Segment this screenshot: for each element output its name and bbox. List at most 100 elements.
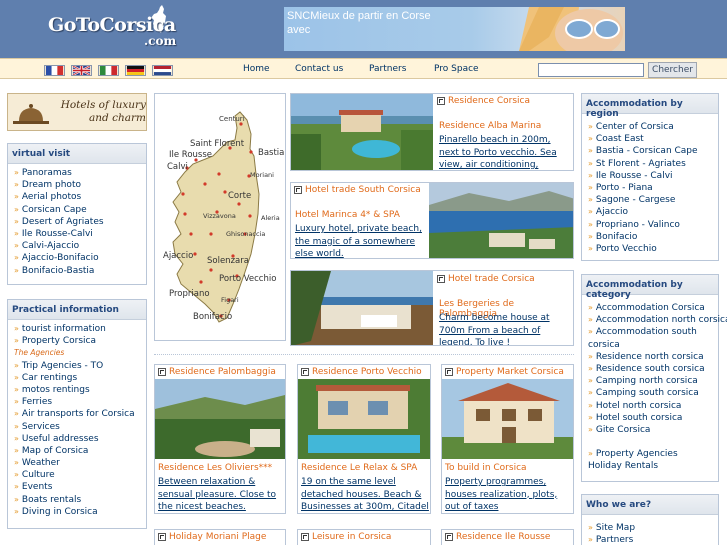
region-item[interactable]: » Center of Corsica	[588, 121, 712, 133]
nav-contact-us[interactable]: Contact us	[295, 64, 343, 74]
map-town-ajaccio[interactable]: Ajaccio	[163, 251, 193, 261]
card1-subtitle[interactable]: Residence Alba Marina	[439, 121, 541, 131]
practical-info-item[interactable]: » motos rentings	[14, 384, 140, 396]
card6-subtitle[interactable]: To build in Corsica	[445, 463, 527, 473]
map-town-ile-rousse[interactable]: Ile Rousse	[169, 150, 212, 160]
category-item[interactable]: » Camping north corsica	[588, 375, 712, 387]
card-holiday-moriani[interactable]: Holiday Moriani Plage	[154, 529, 286, 545]
card2-description[interactable]: Luxury hotel, private beach, the magic o…	[295, 223, 425, 258]
virtual-visit-item[interactable]: » Panoramas	[14, 167, 140, 179]
practical-info-item[interactable]: » Ferries	[14, 396, 140, 408]
practical-info-item[interactable]: » Boats rentals	[14, 494, 140, 506]
region-item[interactable]: » Ajaccio	[588, 206, 712, 218]
category-item[interactable]: » Residence north corsica	[588, 351, 712, 363]
virtual-visit-item[interactable]: » Calvi-Ajaccio	[14, 240, 140, 252]
practical-info-item[interactable]: » Air transports for Corsica	[14, 408, 140, 420]
card3-title[interactable]: Hotel trade Corsica	[437, 274, 535, 284]
map-town-bastia[interactable]: Bastia	[258, 148, 284, 158]
dutch-flag-icon[interactable]	[152, 65, 173, 76]
region-item[interactable]: » Bastia - Corsican Cape	[588, 145, 712, 157]
virtual-visit-item[interactable]: » Dream photo	[14, 179, 140, 191]
card6-title[interactable]: Property Market Corsica	[445, 367, 564, 377]
category-item[interactable]: » Gite Corsica	[588, 424, 712, 436]
category-item[interactable]: » Accommodation south	[588, 326, 712, 338]
practical-info-item[interactable]: » Events	[14, 481, 140, 493]
map-town-moriani[interactable]: Moriani	[250, 171, 274, 179]
practical-info-item[interactable]: » tourist information	[14, 323, 140, 335]
virtual-visit-item[interactable]: » Bonifacio-Bastia	[14, 265, 140, 277]
card5-subtitle[interactable]: Residence Le Relax & SPA	[301, 463, 417, 473]
practical-info-item[interactable]: » Weather	[14, 457, 140, 469]
card3-description[interactable]: Charm become house at 700m From a beach …	[439, 312, 573, 345]
virtual-visit-item[interactable]: » Corsican Cape	[14, 204, 140, 216]
region-item[interactable]: » Sagone - Cargese	[588, 194, 712, 206]
virtual-visit-item[interactable]: » Ile Rousse-Calvi	[14, 228, 140, 240]
category-item[interactable]: » Property Agencies	[588, 448, 712, 460]
nav-home[interactable]: Home	[243, 64, 270, 74]
category-item[interactable]: » Accommodation Corsica	[588, 302, 712, 314]
region-item[interactable]: » Porto - Piana	[588, 182, 712, 194]
card-leisure-corsica[interactable]: Leisure in Corsica	[297, 529, 431, 545]
category-item-wrap[interactable]: corsica	[588, 339, 712, 351]
french-flag-icon[interactable]	[44, 65, 65, 76]
card4-title[interactable]: Residence Palombaggia	[158, 367, 276, 377]
who-we-are-item[interactable]: » Partners	[588, 534, 712, 545]
card-residence-corsica[interactable]: Residence Corsica Residence Alba Marina …	[290, 93, 574, 171]
corsica-map-box[interactable]: Centuri Saint Florent Bastia Ile Rousse …	[154, 93, 286, 341]
map-town-calvi[interactable]: Calvi	[167, 162, 188, 172]
nav-partners[interactable]: Partners	[369, 64, 406, 74]
card6-description[interactable]: Property programmes, houses realization,…	[445, 476, 573, 513]
card-hotel-corsica[interactable]: Hotel trade Corsica Les Bergeries de Pal…	[290, 270, 574, 346]
map-town-figari[interactable]: Figari	[221, 296, 239, 304]
card1-description[interactable]: Pinarello beach in 200m, next to Porto v…	[439, 134, 571, 170]
who-we-are-item[interactable]: » Site Map	[588, 522, 712, 534]
card-residence-porto-vecchio[interactable]: Residence Porto Vecchio Residence Le Rel…	[297, 364, 431, 514]
map-town-propriano[interactable]: Propriano	[169, 289, 210, 299]
card1-title[interactable]: Residence Corsica	[437, 96, 530, 106]
map-town-porto-vecchio[interactable]: Porto Vecchio	[219, 274, 276, 284]
region-item[interactable]: » St Florent - Agriates	[588, 158, 712, 170]
region-item[interactable]: » Propriano - Valinco	[588, 219, 712, 231]
virtual-visit-item[interactable]: » Aerial photos	[14, 191, 140, 203]
english-flag-icon[interactable]	[71, 65, 92, 76]
hotels-luxury-banner[interactable]: Hotels of luxury and charm	[7, 93, 147, 131]
practical-info-item[interactable]: » Trip Agencies - TO	[14, 360, 140, 372]
german-flag-icon[interactable]	[125, 65, 146, 76]
italian-flag-icon[interactable]	[98, 65, 119, 76]
search-button[interactable]: Chercher	[648, 62, 697, 78]
category-item[interactable]: » Camping south corsica	[588, 387, 712, 399]
map-town-centuri[interactable]: Centuri	[219, 115, 245, 123]
region-item[interactable]: » Ile Rousse - Calvi	[588, 170, 712, 182]
map-town-bonifacio[interactable]: Bonifacio	[193, 312, 232, 322]
region-item[interactable]: » Bonifacio	[588, 231, 712, 243]
card4-description[interactable]: Between relaxation & sensual pleasure. C…	[158, 476, 285, 513]
map-town-vizzavona[interactable]: Vizzavona	[203, 212, 236, 220]
sncm-ad-banner[interactable]: SNCMieux de partir en Corse avec	[284, 7, 625, 51]
practical-info-item[interactable]: » Diving in Corsica	[14, 506, 140, 518]
practical-info-item[interactable]: » Car rentings	[14, 372, 140, 384]
card7-title[interactable]: Holiday Moriani Plage	[158, 532, 266, 542]
virtual-visit-item[interactable]: » Desert of Agriates	[14, 216, 140, 228]
map-town-ghisonaccia[interactable]: Ghisonaccia	[226, 230, 265, 238]
map-town-aleria[interactable]: Aleria	[261, 214, 280, 222]
card5-description[interactable]: 19 on the same level detached houses. Be…	[301, 476, 430, 513]
practical-info-item[interactable]: » Services	[14, 421, 140, 433]
card-residence-palombaggia[interactable]: Residence Palombaggia Residence Les Oliv…	[154, 364, 286, 514]
virtual-visit-item[interactable]: » Ajaccio-Bonifacio	[14, 252, 140, 264]
card2-subtitle[interactable]: Hotel Marinca 4* & SPA	[295, 210, 400, 220]
card-property-market[interactable]: Property Market Corsica To build in Cors…	[441, 364, 574, 514]
category-item[interactable]: » Hotel north corsica	[588, 400, 712, 412]
site-logo[interactable]: GoToCorsica .com	[48, 5, 178, 50]
practical-info-item[interactable]: » Culture	[14, 469, 140, 481]
map-town-saint-florent[interactable]: Saint Florent	[190, 139, 244, 149]
category-item[interactable]: » Accommodation north corsica	[588, 314, 727, 326]
nav-pro-space[interactable]: Pro Space	[434, 64, 479, 74]
practical-info-item[interactable]: » Useful addresses	[14, 433, 140, 445]
card9-title[interactable]: Residence Ile Rousse	[445, 532, 550, 542]
card8-title[interactable]: Leisure in Corsica	[301, 532, 391, 542]
card2-title[interactable]: Hotel trade South Corsica	[294, 185, 421, 195]
card5-title[interactable]: Residence Porto Vecchio	[301, 367, 422, 377]
practical-info-item[interactable]: » Map of Corsica	[14, 445, 140, 457]
category-item[interactable]: » Residence south corsica	[588, 363, 712, 375]
region-item[interactable]: » Porto Vecchio	[588, 243, 712, 255]
